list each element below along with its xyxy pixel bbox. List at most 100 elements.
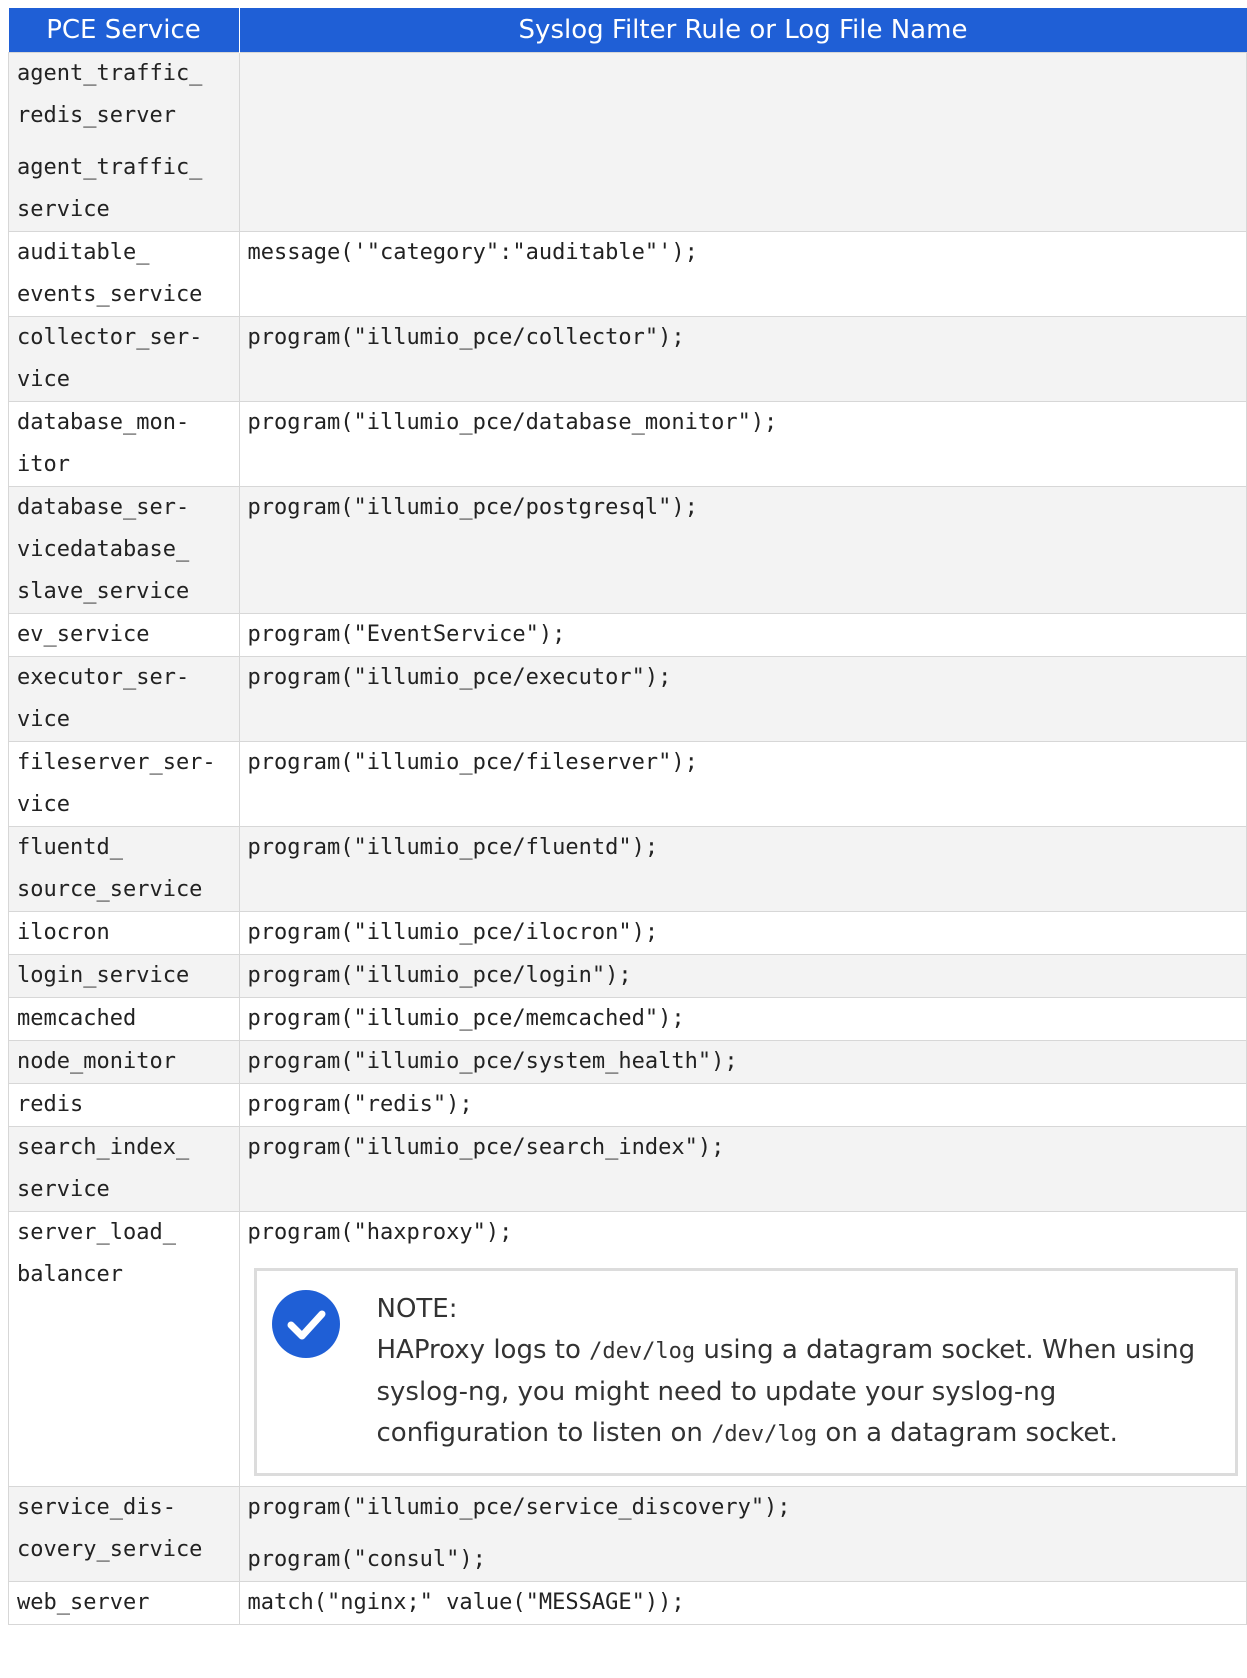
syslog-rule-cell: program("EventService"); [238, 613, 1247, 657]
cell-text-line: login_service [17, 963, 190, 988]
cell-text-line: fluentd_ [17, 835, 123, 860]
cell-text-line: program("illumio_pce/system_health"); [247, 1049, 738, 1074]
table-header-row: PCE Service Syslog Filter Rule or Log Fi… [8, 8, 1247, 53]
cell-text-line: agent_traffic_ [17, 61, 203, 86]
cell-text-line: program("illumio_pce/login"); [247, 963, 632, 988]
table-row: collector_ser-vice program("illumio_pce/c… [8, 316, 1247, 402]
cell-text-line: program("illumio_pce/service_discovery")… [247, 1495, 791, 1520]
pce-service-cell: login_service [8, 954, 240, 998]
table-row: agent_traffic_ redis_server agent_traffic_… [8, 52, 1247, 232]
cell-text-line: program("illumio_pce/postgresql"); [247, 495, 698, 520]
table-row: database_ser-vicedatabase_ slave_service p… [8, 486, 1247, 614]
note-code: /dev/log [589, 1339, 696, 1364]
cell-text-line: balancer [17, 1262, 123, 1287]
cell-text-line: program("consul"); [247, 1547, 486, 1572]
cell-text-line: program("illumio_pce/fluentd"); [247, 835, 659, 860]
table-row: login_service program("illumio_pce/login"… [8, 954, 1247, 998]
table-row: web_server match("nginx;" value("MESSAGE"… [8, 1581, 1247, 1625]
note-code: /dev/log [711, 1422, 818, 1447]
pce-service-cell: collector_ser-vice [8, 316, 240, 402]
pce-service-cell: search_index_ service [8, 1126, 240, 1212]
pce-service-cell: fileserver_ser-vice [8, 741, 240, 827]
header-pce-service: PCE Service [8, 8, 240, 53]
cell-text-line: program("EventService"); [247, 622, 566, 647]
table-row: fileserver_ser-vice program("illumio_pce/… [8, 741, 1247, 827]
table-row: service_dis-covery_service program("illum… [8, 1486, 1247, 1582]
cell-text-line: service [17, 1177, 110, 1202]
cell-text-line: executor_ser- [17, 665, 190, 690]
cell-text-line: source_service [17, 877, 203, 902]
cell-text-line: ev_service [17, 622, 150, 647]
cell-text-line: vicedatabase_ [17, 537, 190, 562]
syslog-rule-cell: program("illumio_pce/executor"); [238, 656, 1247, 742]
cell-text-line: program("illumio_pce/ilocron"); [247, 920, 659, 945]
note-text: HAProxy logs to /dev/log using a datagra… [377, 1330, 1226, 1455]
table-row: ilocron program("illumio_pce/ilocron"); [8, 911, 1247, 955]
pce-service-cell: database_mon-itor [8, 401, 240, 487]
syslog-rule-cell: program("illumio_pce/fluentd"); [238, 826, 1247, 912]
table-row: redis program("redis"); [8, 1083, 1247, 1127]
cell-text-line: agent_traffic_ [17, 155, 203, 180]
pce-service-cell: node_monitor [8, 1040, 240, 1084]
cell-text-line: fileserver_ser- [17, 750, 216, 775]
note-title: NOTE: [376, 1294, 458, 1324]
cell-text-line: match("nginx;" value("MESSAGE")); [247, 1590, 685, 1615]
table-row: memcached program("illumio_pce/memcached"… [8, 997, 1247, 1041]
pce-service-cell: redis [8, 1083, 240, 1127]
syslog-rule-cell: program("illumio_pce/fileserver"); [238, 741, 1247, 827]
cell-text-line: program("haxproxy"); [247, 1220, 513, 1245]
note-text-span: on a datagram socket. [817, 1418, 1118, 1448]
note-body: NOTE: HAProxy logs to /dev/log using a da… [377, 1289, 1226, 1455]
cell-text-line: program("illumio_pce/database_monitor"); [247, 410, 778, 435]
table-row: search_index_ service program("illumio_pce… [8, 1126, 1247, 1212]
syslog-rule-cell: program("illumio_pce/collector"); [238, 316, 1247, 402]
syslog-rule-cell [238, 52, 1247, 232]
syslog-rule-cell: program("haxproxy"); NOTE: HAProxy logs to… [238, 1211, 1247, 1487]
cell-text-line: collector_ser- [17, 325, 203, 350]
syslog-rule-cell: match("nginx;" value("MESSAGE")); [238, 1581, 1247, 1625]
cell-text-line: vice [17, 367, 70, 392]
syslog-rule-cell: program("illumio_pce/postgresql"); [238, 486, 1247, 614]
table-body: agent_traffic_ redis_server agent_traffic_… [8, 52, 1247, 1625]
syslog-rule-cell: program("illumio_pce/login"); [238, 954, 1247, 998]
cell-text-line: program("illumio_pce/fileserver"); [247, 750, 698, 775]
cell-text-line: vice [17, 792, 70, 817]
cell-text-line: program("illumio_pce/search_index"); [247, 1135, 725, 1160]
pce-service-cell: service_dis-covery_service [8, 1486, 240, 1582]
pce-service-cell: executor_ser-vice [8, 656, 240, 742]
pce-service-cell: auditable_ events_service [8, 231, 240, 317]
cell-text-line: program("illumio_pce/executor"); [247, 665, 672, 690]
pce-service-cell: fluentd_ source_service [8, 826, 240, 912]
cell-text-line: program("redis"); [247, 1092, 473, 1117]
cell-text-line: web_server [17, 1590, 150, 1615]
cell-text-line: ilocron [17, 920, 110, 945]
syslog-filter-table: PCE Service Syslog Filter Rule or Log Fi… [8, 8, 1247, 1625]
cell-text-line: database_ser- [17, 495, 190, 520]
syslog-rule-cell: message('"category":"auditable"'); [238, 231, 1247, 317]
cell-text-line: program("illumio_pce/memcached"); [247, 1006, 685, 1031]
syslog-rule-cell: program("illumio_pce/memcached"); [238, 997, 1247, 1041]
cell-text-line: service_dis- [17, 1495, 176, 1520]
cell-text-line: server_load_ [17, 1220, 176, 1245]
table-row: executor_ser-vice program("illumio_pce/ex… [8, 656, 1247, 742]
cell-text-line: database_mon- [17, 410, 190, 435]
cell-text-line: node_monitor [17, 1049, 176, 1074]
table-row: node_monitor program("illumio_pce/system_… [8, 1040, 1247, 1084]
syslog-rule-cell: program("illumio_pce/service_discovery")… [238, 1486, 1247, 1582]
syslog-rule-cell: program("illumio_pce/search_index"); [238, 1126, 1247, 1212]
table-row: database_mon-itor program("illumio_pce/da… [8, 401, 1247, 487]
header-syslog-filter-rule: Syslog Filter Rule or Log File Name [239, 8, 1247, 53]
syslog-rule-cell: program("illumio_pce/system_health"); [238, 1040, 1247, 1084]
cell-text-line: vice [17, 707, 70, 732]
note-callout: NOTE: HAProxy logs to /dev/log using a da… [253, 1268, 1238, 1476]
syslog-rule-cell: program("redis"); [238, 1083, 1247, 1127]
cell-text-line: message('"category":"auditable"'); [247, 240, 698, 265]
pce-service-cell: web_server [8, 1581, 240, 1625]
cell-text-line: memcached [17, 1006, 137, 1031]
cell-text-line: redis_server [17, 103, 176, 128]
pce-service-cell: ev_service [8, 613, 240, 657]
cell-text-line: itor [17, 452, 70, 477]
table-row: auditable_ events_service message('"catego… [8, 231, 1247, 317]
cell-text-line: events_service [17, 282, 203, 307]
pce-service-cell: memcached [8, 997, 240, 1041]
